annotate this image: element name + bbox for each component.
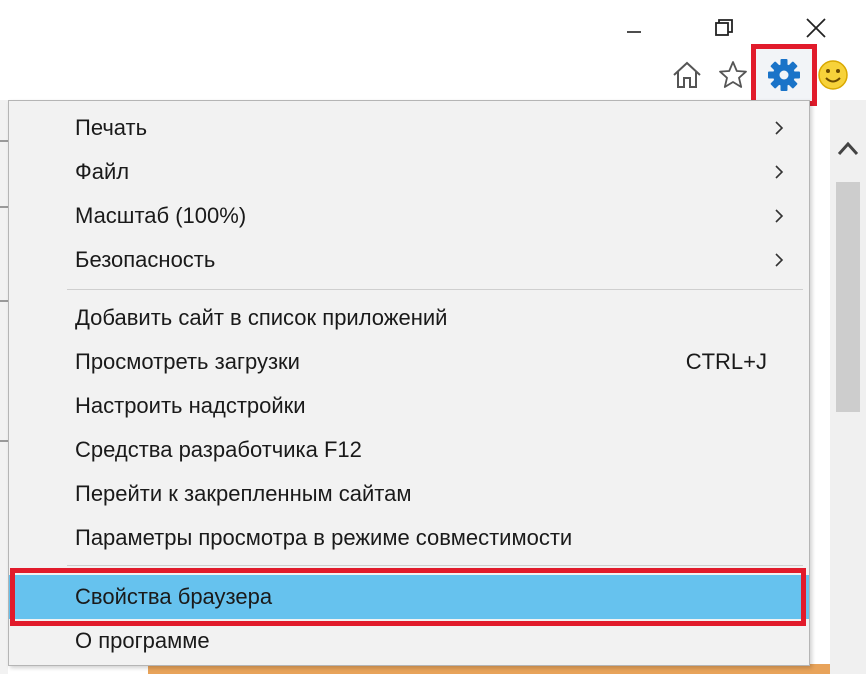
menu-item-shortcut: CTRL+J bbox=[685, 349, 767, 374]
menu-item-label: Параметры просмотра в режиме совместимос… bbox=[75, 525, 573, 550]
feedback-button[interactable] bbox=[816, 58, 850, 92]
menu-item-label: Печать bbox=[75, 115, 148, 140]
menu-item-view-downloads[interactable]: Просмотреть загрузки CTRL+J bbox=[9, 340, 809, 384]
home-button[interactable] bbox=[670, 58, 704, 92]
favorites-button[interactable] bbox=[716, 58, 750, 92]
menu-separator bbox=[67, 565, 803, 566]
home-icon bbox=[673, 61, 701, 88]
menu-item-label: О программе bbox=[75, 628, 210, 653]
minimize-icon bbox=[627, 31, 641, 33]
menu-item-label: Настроить надстройки bbox=[75, 393, 306, 418]
tools-menu: Печать Файл Масштаб (100%) Безопасность … bbox=[8, 100, 810, 666]
close-icon bbox=[806, 18, 826, 38]
menu-separator bbox=[67, 289, 803, 290]
menu-item-developer-tools[interactable]: Средства разработчика F12 bbox=[9, 428, 809, 472]
scrollbar-thumb[interactable] bbox=[836, 182, 860, 412]
menu-item-internet-options[interactable]: Свойства браузера bbox=[9, 575, 809, 619]
vertical-scrollbar[interactable] bbox=[830, 100, 866, 674]
gear-icon bbox=[768, 59, 800, 91]
menu-item-label: Масштаб (100%) bbox=[75, 203, 247, 228]
menu-item-compatibility-view[interactable]: Параметры просмотра в режиме совместимос… bbox=[9, 516, 809, 560]
page-content-edge bbox=[0, 100, 8, 674]
menu-item-add-site-to-apps[interactable]: Добавить сайт в список приложений bbox=[9, 296, 809, 340]
chevron-right-icon bbox=[775, 121, 784, 135]
menu-item-manage-addons[interactable]: Настроить надстройки bbox=[9, 384, 809, 428]
minimize-button[interactable] bbox=[614, 12, 654, 44]
chevron-right-icon bbox=[775, 209, 784, 223]
menu-item-label: Безопасность bbox=[75, 247, 216, 272]
menu-item-print[interactable]: Печать bbox=[9, 106, 809, 150]
smiley-icon bbox=[818, 60, 848, 90]
menu-item-label: Свойства браузера bbox=[75, 584, 273, 609]
chevron-right-icon bbox=[775, 165, 784, 179]
menu-item-label: Средства разработчика F12 bbox=[75, 437, 362, 462]
menu-item-label: Просмотреть загрузки bbox=[75, 349, 300, 374]
tools-button[interactable] bbox=[751, 44, 817, 106]
menu-item-zoom[interactable]: Масштаб (100%) bbox=[9, 194, 809, 238]
menu-item-file[interactable]: Файл bbox=[9, 150, 809, 194]
scroll-up-icon[interactable] bbox=[837, 140, 859, 156]
menu-item-safety[interactable]: Безопасность bbox=[9, 238, 809, 282]
menu-item-pinned-sites[interactable]: Перейти к закрепленным сайтам bbox=[9, 472, 809, 516]
restore-icon bbox=[715, 19, 733, 36]
star-icon bbox=[719, 61, 747, 88]
menu-item-label: Файл bbox=[75, 159, 130, 184]
chevron-right-icon bbox=[775, 253, 784, 267]
menu-item-label: Добавить сайт в список приложений bbox=[75, 305, 448, 330]
menu-item-label: Перейти к закрепленным сайтам bbox=[75, 481, 412, 506]
menu-item-about[interactable]: О программе bbox=[9, 619, 809, 663]
close-button[interactable] bbox=[796, 12, 836, 44]
restore-button[interactable] bbox=[704, 12, 744, 44]
